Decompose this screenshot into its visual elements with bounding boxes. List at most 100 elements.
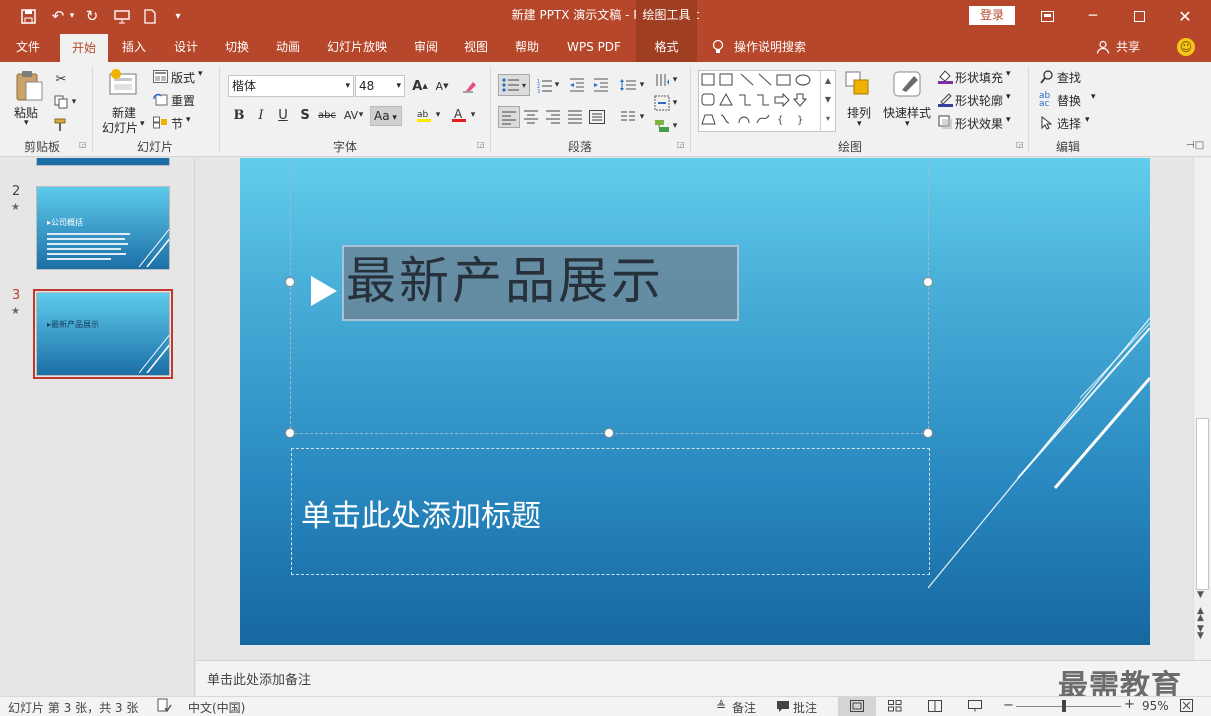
layout-button[interactable]: 版式 [171,69,195,86]
notes-pane[interactable]: 单击此处添加备注 最需教育 [196,660,1211,704]
numbering-dropdown-icon[interactable]: ▾ [551,74,563,96]
resize-handle[interactable] [285,277,295,287]
strikethrough-icon[interactable]: abc [316,104,338,126]
slide-thumbnail-3[interactable]: ▸最新产品展示 [36,292,170,376]
slide-thumbnail-2[interactable]: ▸公司概括 [36,186,170,270]
paste-icon[interactable] [14,70,44,105]
align-right-icon[interactable] [542,106,564,128]
text-direction-dropdown-icon[interactable]: ▾ [669,69,681,91]
scrollbar-thumb[interactable] [1196,418,1209,590]
layout-dropdown-icon[interactable]: ▾ [198,69,203,79]
zoom-level[interactable]: 95% [1142,699,1169,713]
clear-format-icon[interactable] [458,75,480,97]
smartart-dropdown-icon[interactable]: ▾ [669,115,681,137]
underline-icon[interactable]: U [272,104,294,126]
shape-fill-button[interactable]: 形状填充 [955,69,1003,86]
bold-icon[interactable]: B [228,104,250,126]
notes-toggle-button[interactable]: 备注 [732,699,756,716]
feedback-smiley-icon[interactable]: ☺ [1177,38,1195,56]
resize-handle[interactable] [923,277,933,287]
previous-slide-icon[interactable]: ▲ ▲ [1197,607,1204,623]
shapes-gallery[interactable]: {} ▲ ▼ ▾ [698,70,836,132]
arrange-icon[interactable] [844,70,874,103]
format-painter-icon[interactable] [50,114,72,136]
fit-to-window-icon[interactable] [1180,699,1193,715]
justify-icon[interactable] [564,106,586,128]
new-slide-label-2[interactable]: 幻灯片 [102,119,138,136]
scroll-down-icon[interactable]: ▼ [1197,590,1204,600]
login-button[interactable]: 登录 [969,6,1015,25]
shape-outline-button[interactable]: 形状轮廓 [955,92,1003,109]
resize-handle[interactable] [604,428,614,438]
minimize-icon[interactable]: ─ [1070,0,1116,32]
slide-thumbnail-1-partial[interactable] [36,158,170,166]
select-button[interactable]: 选择 [1057,115,1081,132]
shape-outline-dropdown-icon[interactable]: ▾ [1006,92,1011,102]
font-size-select[interactable]: 48 ▾ [355,75,405,97]
maximize-icon[interactable] [1116,0,1162,32]
notes-toggle-icon[interactable]: ≜ [716,699,726,713]
share-button[interactable]: 共享 [1112,32,1144,62]
zoom-slider-thumb[interactable] [1062,700,1067,712]
font-color-dropdown-icon[interactable]: ▾ [467,104,479,126]
tab-design[interactable]: 设计 [166,32,206,62]
font-launcher-icon[interactable]: ◲ [477,140,485,149]
zoom-slider-track[interactable] [1016,706,1121,707]
slide-sorter-icon[interactable] [888,700,902,715]
paragraph-launcher-icon[interactable]: ◲ [677,140,685,149]
char-spacing-dropdown-icon[interactable]: ▾ [355,104,367,126]
highlight-dropdown-icon[interactable]: ▾ [432,104,444,126]
italic-icon[interactable]: I [250,104,272,126]
shadow-icon[interactable]: S [294,104,316,126]
ribbon-display-icon[interactable] [1024,0,1070,32]
subtitle-placeholder[interactable]: 单击此处添加标题 [291,448,930,575]
tab-view[interactable]: 视图 [456,32,496,62]
replace-dropdown-icon[interactable]: ▾ [1091,92,1096,102]
normal-view-button[interactable] [838,697,876,716]
drawing-launcher-icon[interactable]: ◲ [1016,140,1024,149]
font-name-select[interactable]: 楷体 ▾ [228,75,354,97]
reset-button[interactable]: 重置 [171,92,195,109]
grow-font-icon[interactable]: A ▲ [409,75,431,97]
pin-ribbon-icon[interactable]: ⊣□ [1186,140,1204,151]
font-size-dropdown-icon[interactable]: ▾ [396,76,401,96]
comments-button[interactable]: 批注 [793,699,817,716]
tab-wps-pdf[interactable]: WPS PDF [558,32,630,62]
quick-styles-dropdown-icon[interactable]: ▾ [905,119,910,129]
shapes-scroll[interactable]: ▲ ▼ ▾ [820,71,835,131]
resize-handle[interactable] [285,428,295,438]
shape-effects-dropdown-icon[interactable]: ▾ [1006,115,1011,125]
language-status[interactable]: 中文(中国) [188,699,245,716]
change-case-button[interactable]: Aa ▾ [370,106,402,126]
tab-transitions[interactable]: 切换 [217,32,257,62]
clipboard-launcher-icon[interactable]: ◲ [79,140,87,149]
reading-view-icon[interactable] [928,700,942,715]
new-slide-dropdown-icon[interactable]: ▾ [140,119,145,129]
align-left-button[interactable] [498,106,520,128]
arrange-dropdown-icon[interactable]: ▾ [857,119,862,129]
font-name-dropdown-icon[interactable]: ▾ [345,76,350,96]
increase-indent-icon[interactable] [590,74,612,96]
select-dropdown-icon[interactable]: ▾ [1085,115,1090,125]
replace-button[interactable]: 替换 [1057,92,1081,109]
tab-help[interactable]: 帮助 [507,32,547,62]
paste-dropdown-icon[interactable]: ▾ [24,118,29,128]
tab-file[interactable]: 文件 [6,32,50,62]
cut-icon[interactable]: ✂ [50,68,72,90]
shrink-font-icon[interactable]: A ▼ [431,75,453,97]
close-icon[interactable]: ✕ [1162,0,1208,32]
columns-dropdown-icon[interactable]: ▾ [636,106,648,128]
tab-slideshow[interactable]: 幻灯片放映 [318,32,396,62]
new-slide-icon[interactable] [108,68,140,99]
quick-styles-icon[interactable] [890,68,926,103]
slide-title[interactable]: 最新产品展示 [346,248,664,314]
tab-home[interactable]: 开始 [60,34,108,62]
spell-check-icon[interactable] [157,698,172,716]
section-dropdown-icon[interactable]: ▾ [186,115,191,125]
tell-me-search[interactable]: 操作说明搜索 [734,32,818,62]
bullets-button[interactable]: ▾ [498,74,530,96]
align-center-icon[interactable] [520,106,542,128]
section-button[interactable]: 节 [171,115,183,132]
zoom-out-icon[interactable]: − [1003,698,1014,713]
comments-icon[interactable] [776,700,790,716]
